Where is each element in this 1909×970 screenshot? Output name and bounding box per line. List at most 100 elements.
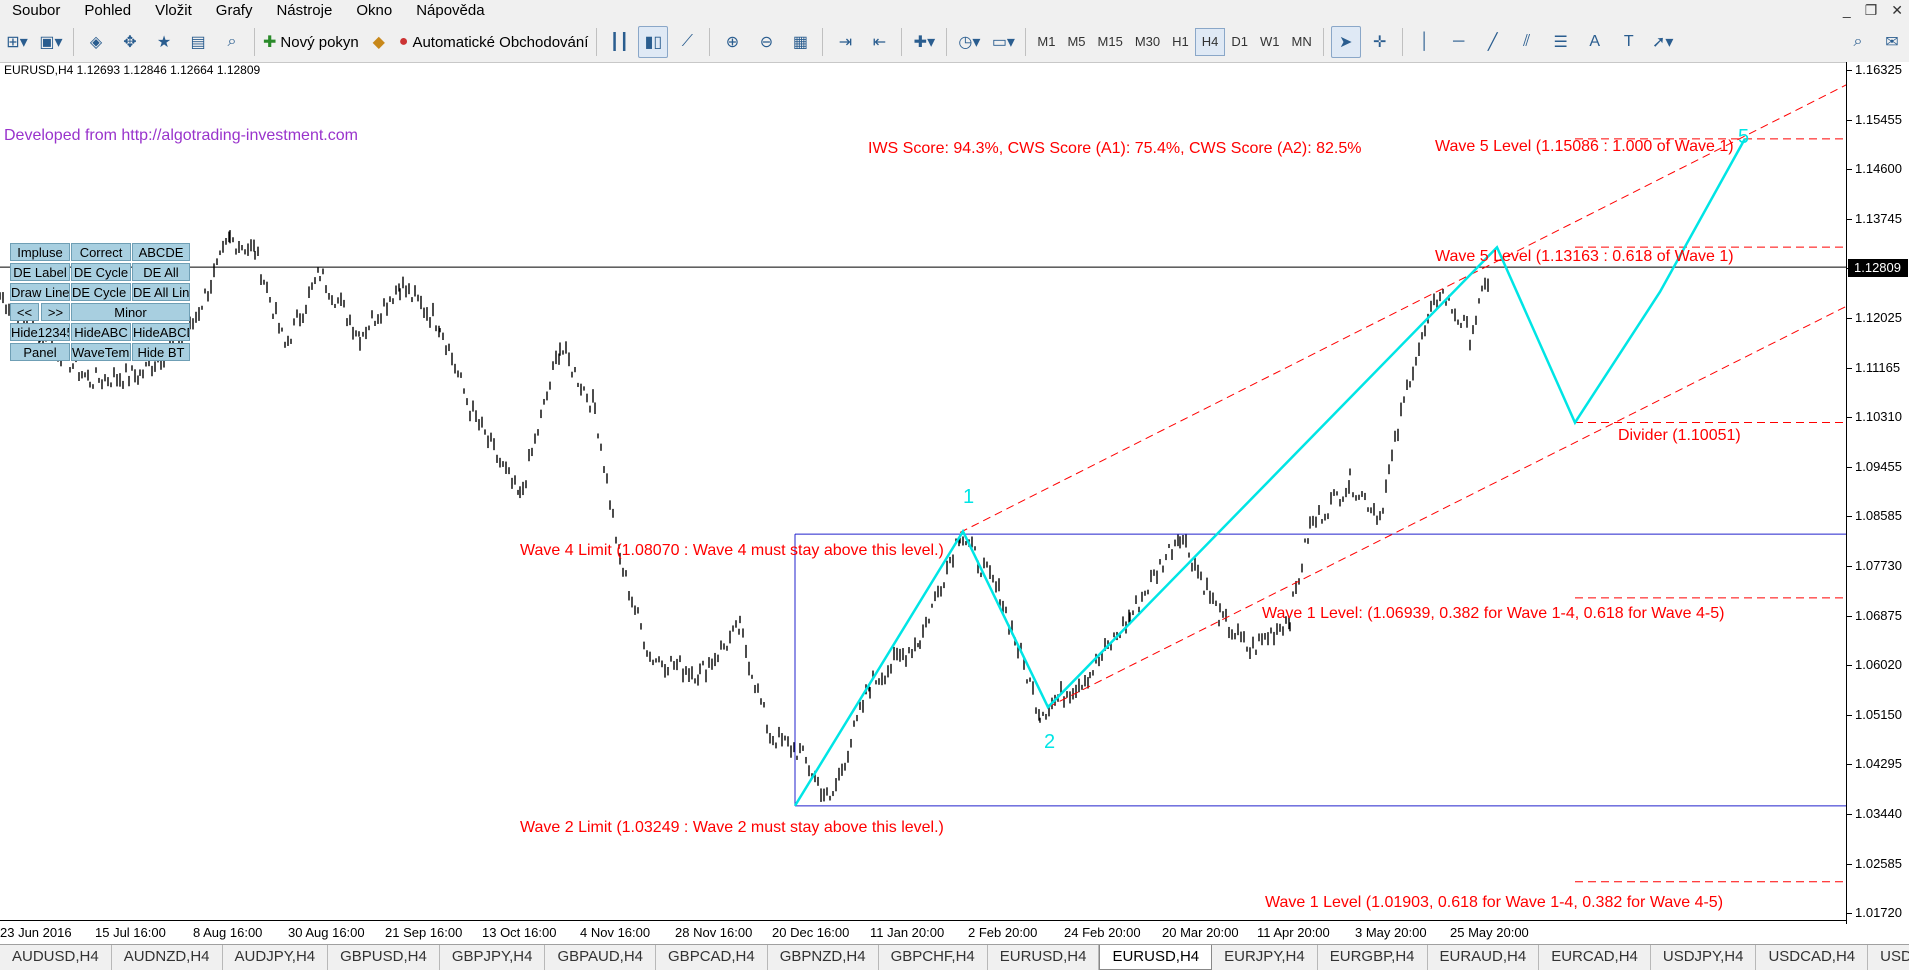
menu-napoveda[interactable]: Nápověda: [404, 0, 496, 22]
de-cycle-button[interactable]: DE Cycle: [71, 263, 131, 281]
periods-icon[interactable]: ◷▾: [954, 26, 984, 58]
wavetemp-button[interactable]: WaveTemp: [71, 343, 131, 361]
fibonacci-icon[interactable]: ☰: [1546, 26, 1576, 58]
abcde-button[interactable]: ABCDE: [132, 243, 190, 261]
tile-windows-icon[interactable]: ▦: [785, 26, 815, 58]
cursor-icon[interactable]: ➤: [1330, 26, 1361, 58]
templates-icon[interactable]: ▭▾: [988, 26, 1018, 58]
time-tick: 28 Nov 16:00: [675, 925, 753, 940]
timeframe-m1[interactable]: M1: [1031, 29, 1061, 55]
profiles-icon[interactable]: ▣▾: [36, 26, 66, 58]
menu-vlozit[interactable]: Vložit: [143, 0, 204, 22]
symbol-tab[interactable]: EURJPY,H4: [1212, 945, 1318, 970]
symbol-tab[interactable]: EURGBP,H4: [1318, 945, 1428, 970]
timeframe-w1[interactable]: W1: [1254, 29, 1286, 55]
symbol-tab[interactable]: USDCHF,H4: [1868, 945, 1909, 970]
price-axis[interactable]: 1.163251.154551.146001.137451.128801.120…: [1846, 62, 1909, 924]
line-chart-icon[interactable]: ⟋: [672, 26, 702, 58]
search-icon[interactable]: ⌕: [1843, 26, 1873, 58]
menu-pohled[interactable]: Pohled: [72, 0, 143, 22]
symbol-tab[interactable]: GBPCHF,H4: [879, 945, 988, 970]
timeframe-mn[interactable]: MN: [1285, 29, 1317, 55]
trendline-icon[interactable]: ╱: [1478, 26, 1508, 58]
menu-soubor[interactable]: Soubor: [0, 0, 72, 22]
navigator-icon[interactable]: ✥: [115, 26, 145, 58]
terminal-icon[interactable]: ▤: [183, 26, 213, 58]
symbol-tab[interactable]: GBPNZD,H4: [768, 945, 879, 970]
restore-icon[interactable]: ❐: [1865, 2, 1878, 19]
time-axis[interactable]: 23 Jun 2016 15 Jul 16:00 8 Aug 16:00 30 Aug…: [0, 920, 1847, 945]
time-tick: 3 May 20:00: [1355, 925, 1427, 940]
draw-line-button[interactable]: Draw Line: [10, 283, 70, 301]
symbol-tab[interactable]: EURUSD,H4: [988, 945, 1100, 970]
symbol-tab[interactable]: EURCAD,H4: [1539, 945, 1651, 970]
symbol-tab[interactable]: AUDNZD,H4: [112, 945, 223, 970]
hideabc-button[interactable]: HideABC: [71, 323, 131, 341]
timeframe-m15[interactable]: M15: [1092, 29, 1129, 55]
timeframe-m5[interactable]: M5: [1061, 29, 1091, 55]
symbol-tab[interactable]: EURUSD,H4: [1099, 945, 1213, 970]
de-label-button[interactable]: DE Label: [10, 263, 70, 281]
time-tick: 4 Nov 16:00: [580, 925, 651, 940]
symbol-tab[interactable]: GBPAUD,H4: [545, 945, 657, 970]
prev-button[interactable]: <<: [10, 303, 39, 321]
vertical-line-icon[interactable]: │: [1410, 26, 1440, 58]
favorites-icon[interactable]: ★: [149, 26, 179, 58]
symbol-tab[interactable]: USDJPY,H4: [1651, 945, 1757, 970]
timeframe-h4[interactable]: H4: [1194, 28, 1226, 56]
price-tick: 1.03440: [1847, 806, 1902, 821]
chart-shift-icon[interactable]: ⇤: [864, 26, 894, 58]
minor-button[interactable]: Minor: [71, 303, 190, 321]
zoom-in-icon[interactable]: ⊕: [717, 26, 747, 58]
indicators-icon[interactable]: ✚▾: [909, 26, 939, 58]
de-all-line-button[interactable]: DE All Line: [132, 283, 190, 301]
de-all-button[interactable]: DE All: [132, 263, 190, 281]
impulse-button[interactable]: Impluse: [10, 243, 70, 261]
arrows-icon[interactable]: ➚▾: [1648, 26, 1678, 58]
timeframe-m30[interactable]: M30: [1129, 29, 1166, 55]
crosshair-icon[interactable]: ✛: [1365, 26, 1395, 58]
new-chart-icon[interactable]: ⊞▾: [2, 26, 32, 58]
hide12345-button[interactable]: Hide12345: [10, 323, 70, 341]
strategy-tester-icon[interactable]: ⌕: [217, 26, 247, 58]
hide-bt-button[interactable]: Hide BT: [132, 343, 190, 361]
metaeditor-icon[interactable]: ◆: [364, 26, 394, 58]
symbol-tab[interactable]: AUDJPY,H4: [223, 945, 329, 970]
symbol-tab[interactable]: GBPCAD,H4: [656, 945, 768, 970]
auto-scroll-icon[interactable]: ⇥: [830, 26, 860, 58]
symbol-tab[interactable]: AUDUSD,H4: [0, 945, 112, 970]
minimize-icon[interactable]: _: [1843, 2, 1851, 19]
text-label-icon[interactable]: T: [1614, 26, 1644, 58]
panel-button[interactable]: Panel: [10, 343, 70, 361]
wave-label-5: 5: [1738, 126, 1750, 148]
chart-area[interactable]: EURUSD,H4 1.12693 1.12846 1.12664 1.1280…: [0, 62, 1909, 924]
symbol-tab[interactable]: GBPUSD,H4: [328, 945, 440, 970]
time-tick: 11 Jan 20:00: [870, 925, 945, 940]
zoom-out-icon[interactable]: ⊖: [751, 26, 781, 58]
symbol-tab[interactable]: USDCAD,H4: [1756, 945, 1869, 970]
next-button[interactable]: >>: [41, 303, 70, 321]
chat-icon[interactable]: ✉: [1877, 26, 1907, 58]
market-watch-icon[interactable]: ◈: [81, 26, 111, 58]
timeframe-d1[interactable]: D1: [1225, 29, 1254, 55]
wave5-level-618-label: Wave 5 Level (1.13163 : 0.618 of Wave 1): [1435, 248, 1734, 265]
time-tick: 20 Dec 16:00: [772, 925, 850, 940]
menu-grafy[interactable]: Grafy: [204, 0, 265, 22]
auto-trading-button[interactable]: ● Automatické Obchodování: [398, 26, 590, 58]
equidistant-channel-icon[interactable]: ⫽: [1512, 26, 1542, 58]
close-icon[interactable]: ✕: [1891, 2, 1903, 19]
timeframe-h1[interactable]: H1: [1166, 29, 1195, 55]
time-tick: 24 Feb 20:00: [1064, 925, 1141, 940]
de-cycle-2-button[interactable]: DE Cycle 2: [71, 283, 131, 301]
menu-nastroje[interactable]: Nástroje: [264, 0, 344, 22]
symbol-tab[interactable]: EURAUD,H4: [1428, 945, 1540, 970]
correct-button[interactable]: Correct: [71, 243, 131, 261]
symbol-tab[interactable]: GBPJPY,H4: [440, 945, 546, 970]
text-icon[interactable]: A: [1580, 26, 1610, 58]
candlestick-icon[interactable]: ▮▯: [638, 26, 669, 58]
horizontal-line-icon[interactable]: ─: [1444, 26, 1474, 58]
menu-okno[interactable]: Okno: [344, 0, 404, 22]
new-order-button[interactable]: ✚ Nový pokyn: [262, 26, 360, 58]
hideabcde-button[interactable]: HideABCDE: [132, 323, 190, 341]
bar-chart-icon[interactable]: ┃┃: [604, 26, 634, 58]
